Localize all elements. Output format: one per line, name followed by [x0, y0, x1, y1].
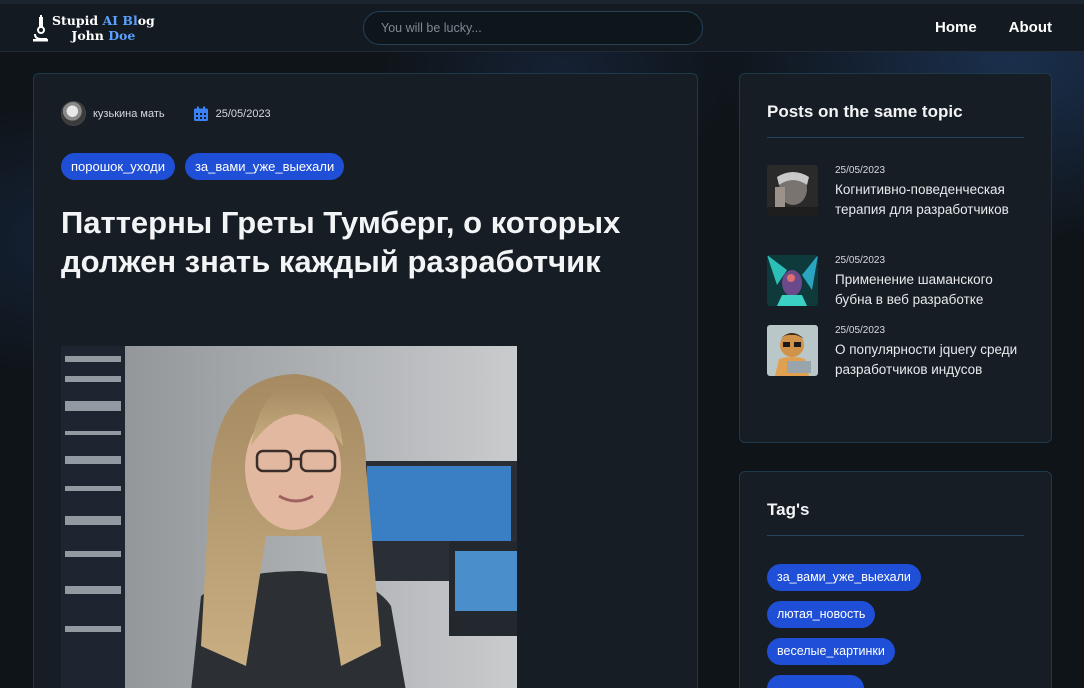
main-nav: Home About: [935, 19, 1052, 36]
article-meta: кузькина мать 25/05/2023: [61, 101, 271, 126]
post-thumbnail[interactable]: [767, 255, 818, 306]
tag-pill[interactable]: [767, 675, 864, 688]
author-name[interactable]: кузькина мать: [93, 108, 165, 120]
article-date: 25/05/2023: [215, 107, 271, 120]
article-tags: порошок_уходи за_вами_уже_выехали: [61, 153, 345, 180]
tag-cloud: за_вами_уже_выехали лютая_новость веселы…: [767, 564, 921, 688]
tag-pill[interactable]: лютая_новость: [767, 601, 876, 628]
top-navbar: Stupid AI Blog John Doe Home About: [0, 0, 1084, 52]
search-input[interactable]: [363, 11, 703, 45]
post-date: 25/05/2023: [835, 255, 886, 266]
post-title[interactable]: Когнитивно-поведенческая терапия для раз…: [835, 180, 1027, 220]
related-post-item[interactable]: 25/05/2023 Когнитивно-поведенческая тера…: [767, 165, 1027, 220]
divider: [767, 535, 1024, 536]
related-posts-heading: Posts on the same topic: [767, 102, 963, 121]
related-post-item[interactable]: 25/05/2023 О популярности jquery среди р…: [767, 325, 1027, 380]
nav-home-link[interactable]: Home: [935, 19, 977, 36]
site-logo[interactable]: Stupid AI Blog John Doe: [30, 13, 155, 43]
related-post-item[interactable]: 25/05/2023 Применение шаманского бубна в…: [767, 255, 1027, 310]
article-card: кузькина мать 25/05/2023 порошок_уходи з…: [33, 73, 698, 688]
tag-pill[interactable]: порошок_уходи: [61, 153, 175, 180]
logo-text: Stupid AI Blog John Doe: [52, 13, 155, 43]
tag-pill[interactable]: за_вами_уже_выехали: [767, 564, 921, 591]
calendar-icon: [193, 106, 208, 121]
tags-card: Tag's за_вами_уже_выехали лютая_новость …: [739, 471, 1052, 688]
article-title: Паттерны Греты Тумберг, о которых должен…: [61, 205, 621, 279]
post-title[interactable]: Применение шаманского бубна в веб разраб…: [835, 270, 1027, 310]
related-posts-card: Posts on the same topic 25/05/2023 Когни…: [739, 73, 1052, 443]
article-hero-image: [61, 346, 517, 688]
author-avatar: [61, 101, 86, 126]
post-date: 25/05/2023: [835, 165, 886, 176]
post-title[interactable]: О популярности jquery среди разработчико…: [835, 340, 1027, 380]
tag-pill[interactable]: веселые_картинки: [767, 638, 895, 665]
divider: [767, 137, 1024, 138]
nav-about-link[interactable]: About: [1009, 19, 1052, 36]
post-thumbnail[interactable]: [767, 165, 818, 216]
post-thumbnail[interactable]: [767, 325, 818, 376]
microscope-icon: [33, 15, 48, 42]
tags-heading: Tag's: [767, 500, 810, 519]
post-date: 25/05/2023: [835, 325, 886, 336]
tag-pill[interactable]: за_вами_уже_выехали: [184, 153, 345, 180]
